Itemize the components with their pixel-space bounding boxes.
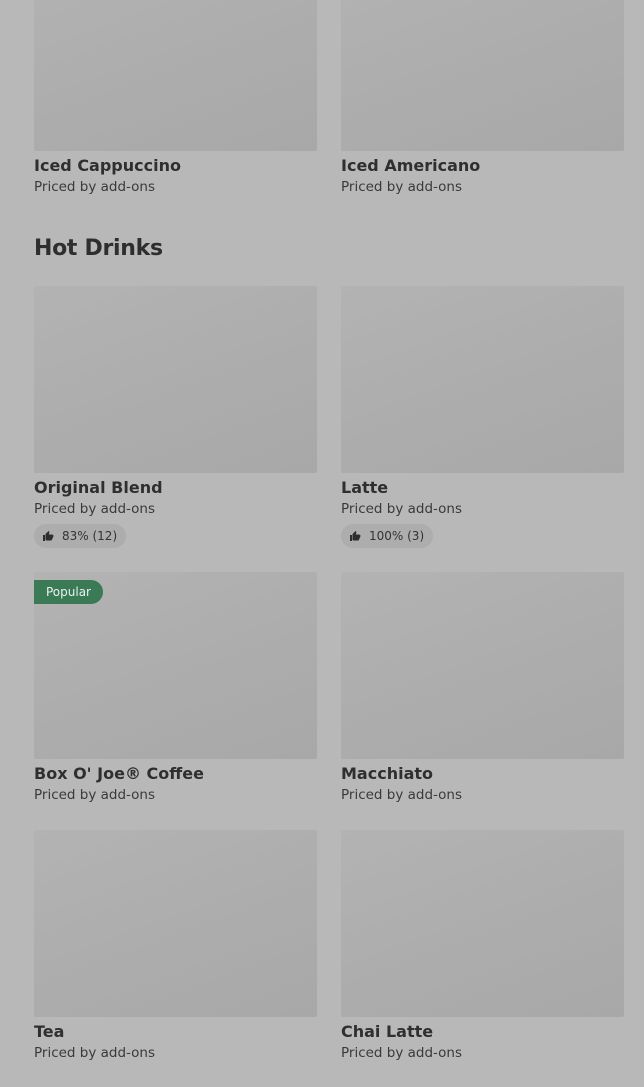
- thumbs-up-icon: [43, 531, 54, 541]
- item-name: Box O' Joe® Coffee: [34, 764, 204, 783]
- item-name: Tea: [34, 1022, 65, 1041]
- popular-badge: Popular: [34, 580, 103, 604]
- item-image[interactable]: [341, 572, 624, 759]
- item-name: Chai Latte: [341, 1022, 434, 1041]
- item-price: Priced by add-ons: [341, 1045, 463, 1061]
- rating-pill: 100% (3): [341, 524, 434, 548]
- item-price: Priced by add-ons: [341, 787, 463, 803]
- item-price: Priced by add-ons: [34, 179, 156, 195]
- rating-pill: 83% (12): [34, 524, 127, 548]
- menu-item-card[interactable]: Popular Box O' Joe® Coffee Priced by add…: [34, 572, 317, 804]
- item-image[interactable]: [34, 0, 317, 151]
- item-name: Latte: [341, 478, 389, 497]
- item-name: Iced Americano: [341, 156, 481, 175]
- thumbs-up-icon: [350, 531, 361, 541]
- item-price: Priced by add-ons: [34, 1045, 156, 1061]
- menu-item-card[interactable]: Iced Cappuccino Priced by add-ons: [34, 0, 317, 196]
- item-image[interactable]: [34, 286, 317, 473]
- rating-text: 100% (3): [369, 529, 425, 543]
- menu-item-card[interactable]: Iced Americano Priced by add-ons: [341, 0, 624, 196]
- item-image[interactable]: [341, 830, 624, 1017]
- menu-item-card[interactable]: Latte Priced by add-ons 100% (3): [341, 286, 624, 548]
- section-title: Hot Drinks: [34, 236, 163, 261]
- menu-page: Iced Cappuccino Priced by add-ons Iced A…: [0, 0, 644, 1087]
- item-price: Priced by add-ons: [341, 501, 463, 517]
- item-price: Priced by add-ons: [341, 179, 463, 195]
- menu-item-card[interactable]: Chai Latte Priced by add-ons: [341, 830, 624, 1062]
- item-price: Priced by add-ons: [34, 787, 156, 803]
- rating-text: 83% (12): [62, 529, 118, 543]
- item-image[interactable]: [341, 0, 624, 151]
- item-name: Macchiato: [341, 764, 433, 783]
- item-image[interactable]: [34, 830, 317, 1017]
- menu-item-card[interactable]: Tea Priced by add-ons: [34, 830, 317, 1062]
- item-price: Priced by add-ons: [34, 501, 156, 517]
- item-image[interactable]: [341, 286, 624, 473]
- item-image[interactable]: Popular: [34, 572, 317, 759]
- item-name: Iced Cappuccino: [34, 156, 181, 175]
- menu-item-card[interactable]: Macchiato Priced by add-ons: [341, 572, 624, 804]
- menu-item-card[interactable]: Original Blend Priced by add-ons 83% (12…: [34, 286, 317, 548]
- item-name: Original Blend: [34, 478, 163, 497]
